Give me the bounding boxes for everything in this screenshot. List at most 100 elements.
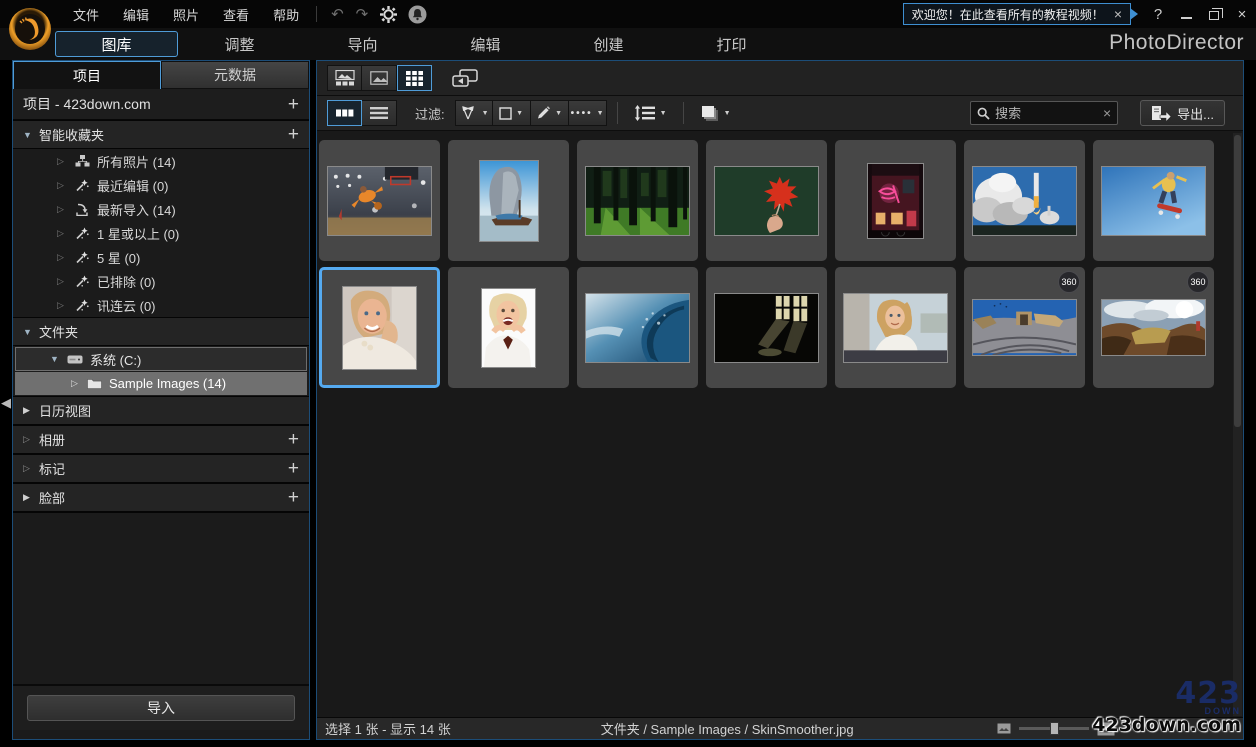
export-label: 导出... (1177, 106, 1214, 122)
magic-wand-icon (73, 250, 91, 264)
edited-filter-button[interactable]: ▼ (530, 100, 569, 126)
grid-view-button[interactable] (397, 65, 432, 91)
photo-tile-skin-smoother-selected[interactable] (319, 267, 440, 388)
tab-project[interactable]: 项目 (13, 61, 161, 89)
help-button[interactable]: ? (1144, 2, 1172, 26)
tab-library[interactable]: 图库 (55, 31, 178, 57)
tab-edit[interactable]: 编辑 (424, 31, 547, 57)
restore-button[interactable] (1200, 2, 1228, 26)
tree-item-drive-c[interactable]: ▼ 系统 (C:) (15, 347, 307, 371)
gallery-view-button[interactable] (327, 65, 362, 91)
badge-360: 360 (1187, 271, 1209, 293)
tree-item-label: 5 星 (0) (97, 250, 141, 266)
tree-item-five-star[interactable]: ▷ 5 星 (0) (13, 245, 309, 269)
export-icon (1152, 106, 1172, 121)
photo-tile-woman-outdoor[interactable] (835, 267, 956, 388)
menu-edit[interactable]: 编辑 (114, 2, 158, 27)
tab-print[interactable]: 打印 (670, 31, 793, 57)
photo-tile-neon-sign[interactable] (835, 140, 956, 261)
undo-icon[interactable]: ↶ (325, 5, 350, 23)
add-project-button[interactable]: + (288, 95, 299, 114)
tree-item-sample-images[interactable]: ▷ Sample Images (14) (15, 372, 307, 395)
menu-bar: 文件 编辑 照片 查看 帮助 (64, 2, 308, 27)
search-icon (977, 107, 990, 120)
tree-item-latest-import[interactable]: ▷ 最新导入 (14) (13, 197, 309, 221)
welcome-close-icon[interactable]: × (1114, 6, 1122, 22)
section-smart-collection[interactable]: ▼ 智能收藏夹 + (13, 120, 309, 149)
zoom-slider-handle[interactable] (1050, 722, 1059, 735)
photo-tile-ocean-wave[interactable] (577, 267, 698, 388)
notification-bell-icon[interactable] (403, 5, 432, 24)
search-box: × (970, 101, 1119, 125)
photo-tile-360-canyon[interactable]: 360 (1093, 267, 1214, 388)
tree-item-excluded[interactable]: ▷ 已排除 (0) (13, 269, 309, 293)
project-header-title: 项目 - 423down.com (23, 96, 151, 112)
tab-metadata[interactable]: 元数据 (161, 61, 309, 89)
settings-gear-icon[interactable] (374, 5, 403, 23)
triangle-closed-icon: ▷ (23, 434, 30, 444)
tab-create[interactable]: 创建 (547, 31, 670, 57)
section-calendar-view[interactable]: ▶ 日历视图 (13, 396, 309, 425)
add-face-button[interactable]: + (288, 488, 299, 507)
add-tag-button[interactable]: + (288, 459, 299, 478)
photo-tile-maple-leaf[interactable] (706, 140, 827, 261)
sidebar-collapse-icon[interactable]: ◀ (0, 390, 12, 416)
thumbnail-strip-button[interactable] (327, 100, 362, 126)
photo-tile-skateboarder[interactable] (1093, 140, 1214, 261)
import-button[interactable]: 导入 (27, 695, 295, 721)
tree-item-one-star-up[interactable]: ▷ 1 星或以上 (0) (13, 221, 309, 245)
photo-tile-rocket-launch[interactable] (964, 140, 1085, 261)
magic-wand-icon (73, 178, 91, 192)
menu-view[interactable]: 查看 (214, 2, 258, 27)
rating-filter-button[interactable]: ▼ (492, 100, 531, 126)
grid-scrollbar[interactable] (1233, 133, 1242, 716)
tree-item-cyberlink-cloud[interactable]: ▷ 讯连云 (0) (13, 293, 309, 317)
zoom-slider[interactable] (1019, 722, 1089, 735)
small-thumbnail-icon[interactable] (997, 723, 1011, 734)
section-folders[interactable]: ▼ 文件夹 (13, 317, 309, 346)
secondary-display-button[interactable] (446, 65, 484, 91)
single-view-button[interactable] (362, 65, 397, 91)
tree-item-recently-edited[interactable]: ▷ 最近编辑 (0) (13, 173, 309, 197)
flag-filter-button[interactable]: ▼ (454, 100, 493, 126)
triangle-closed-icon: ▷ (57, 275, 64, 286)
more-filter-button[interactable]: •••• ▼ (568, 100, 607, 126)
grid-view-icon (406, 70, 423, 86)
photo-tile-window-light[interactable] (706, 267, 827, 388)
welcome-tooltip: 欢迎您！在此查看所有的教程视频！ × (902, 3, 1138, 25)
stack-button[interactable]: ▼ (694, 100, 737, 126)
thumbnail-zoom-control (997, 722, 1115, 736)
section-faces[interactable]: ▶ 脸部 + (13, 483, 309, 512)
hard-drive-icon (66, 355, 84, 364)
list-view-button[interactable] (362, 100, 397, 126)
close-button[interactable]: × (1228, 2, 1256, 26)
square-icon (499, 106, 512, 120)
search-clear-icon[interactable]: × (1103, 105, 1111, 121)
tab-adjust[interactable]: 调整 (178, 31, 301, 57)
scrollbar-thumb[interactable] (1234, 135, 1241, 427)
photo-tile-boat-island[interactable] (448, 140, 569, 261)
view-mode-toolbar (317, 61, 1243, 96)
menu-photo[interactable]: 照片 (164, 2, 208, 27)
minimize-button[interactable] (1172, 2, 1200, 26)
single-view-icon (370, 71, 388, 85)
export-button[interactable]: 导出... (1140, 100, 1225, 126)
add-smart-collection-button[interactable]: + (288, 125, 299, 144)
menu-help[interactable]: 帮助 (264, 2, 308, 27)
photo-tile-360-street[interactable]: 360 (964, 267, 1085, 388)
large-thumbnail-icon[interactable] (1097, 722, 1115, 736)
search-input[interactable] (995, 105, 1103, 121)
tab-guided[interactable]: 导向 (301, 31, 424, 57)
gallery-view-icon (334, 70, 355, 86)
photo-tile-laughing-woman[interactable] (448, 267, 569, 388)
tree-item-all-photos[interactable]: ▷ 所有照片 (14) (13, 149, 309, 173)
section-tags[interactable]: ▷ 标记 + (13, 454, 309, 483)
photodirector-window: 文件 编辑 照片 查看 帮助 ↶ ↷ 欢迎您！在此查看所有的教程视频！ × ? … (0, 0, 1256, 747)
photo-tile-forest[interactable] (577, 140, 698, 261)
menu-file[interactable]: 文件 (64, 2, 108, 27)
add-album-button[interactable]: + (288, 430, 299, 449)
redo-icon[interactable]: ↷ (350, 5, 375, 23)
photo-tile-basketball-dunk[interactable] (319, 140, 440, 261)
sort-button[interactable]: ▼ (628, 100, 673, 126)
section-albums[interactable]: ▷ 相册 + (13, 425, 309, 454)
